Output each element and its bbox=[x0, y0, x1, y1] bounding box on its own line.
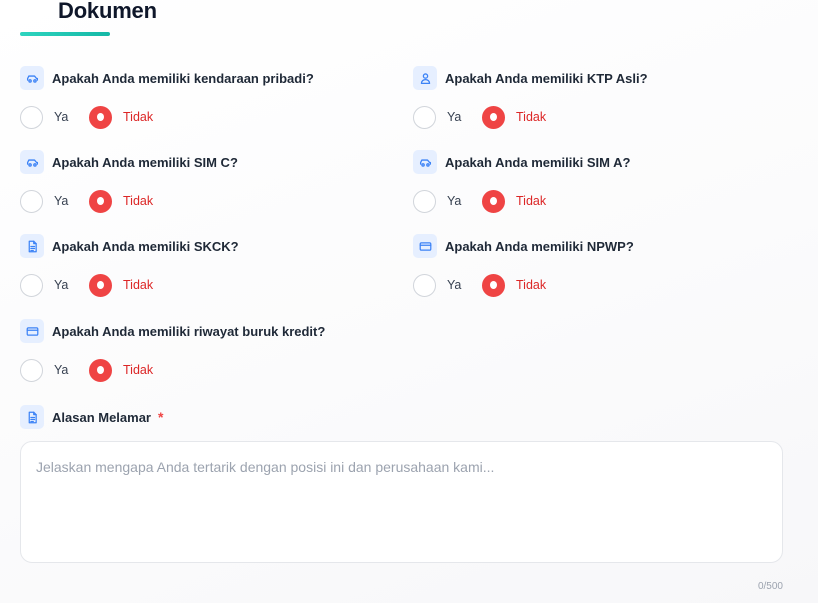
reason-label: Alasan Melamar bbox=[52, 409, 151, 425]
option-tidak-label: Tidak bbox=[123, 278, 154, 292]
option-tidak-label: Tidak bbox=[516, 278, 547, 292]
radio-ya[interactable] bbox=[20, 273, 43, 297]
radio-tidak[interactable] bbox=[89, 358, 112, 382]
character-counter: 0/500 bbox=[757, 581, 783, 592]
option-ya-label: Ya bbox=[447, 110, 462, 124]
question-npwp: Apakah Anda memiliki NPWP? Ya Tidak bbox=[413, 234, 793, 297]
option-tidak[interactable]: Tidak bbox=[482, 189, 547, 213]
option-tidak-label: Tidak bbox=[123, 110, 154, 124]
radio-tidak[interactable] bbox=[482, 273, 505, 297]
document-icon bbox=[20, 405, 44, 429]
question-label: Apakah Anda memiliki NPWP? bbox=[445, 238, 634, 254]
radio-ya[interactable] bbox=[20, 189, 43, 213]
option-ya-label: Ya bbox=[447, 194, 462, 208]
option-ya[interactable]: Ya bbox=[20, 273, 89, 297]
question-ktp: Apakah Anda memiliki KTP Asli? Ya Tidak bbox=[413, 66, 793, 129]
option-ya[interactable]: Ya bbox=[413, 273, 482, 297]
option-ya[interactable]: Ya bbox=[20, 358, 89, 382]
reason-header: Alasan Melamar * bbox=[20, 405, 163, 429]
option-tidak-label: Tidak bbox=[516, 110, 547, 124]
document-icon bbox=[20, 234, 44, 258]
question-sim-c: Apakah Anda memiliki SIM C? Ya Tidak bbox=[20, 150, 400, 213]
option-ya[interactable]: Ya bbox=[20, 105, 89, 129]
section-title-underline bbox=[20, 32, 110, 36]
option-ya-label: Ya bbox=[447, 278, 462, 292]
question-label: Apakah Anda memiliki SKCK? bbox=[52, 238, 239, 254]
question-riwayat-kredit: Apakah Anda memiliki riwayat buruk kredi… bbox=[20, 319, 400, 382]
option-ya-label: Ya bbox=[54, 278, 69, 292]
car-icon bbox=[20, 66, 44, 90]
radio-tidak[interactable] bbox=[89, 189, 112, 213]
section-title: Dokumen bbox=[58, 0, 157, 23]
card-icon bbox=[413, 234, 437, 258]
radio-ya[interactable] bbox=[20, 358, 43, 382]
option-ya[interactable]: Ya bbox=[20, 189, 89, 213]
question-label: Apakah Anda memiliki kendaraan pribadi? bbox=[52, 70, 314, 86]
reason-textarea[interactable] bbox=[20, 441, 783, 563]
required-mark: * bbox=[158, 409, 164, 425]
option-tidak-label: Tidak bbox=[123, 363, 154, 377]
radio-tidak[interactable] bbox=[89, 105, 112, 129]
radio-ya[interactable] bbox=[20, 105, 43, 129]
question-label: Apakah Anda memiliki riwayat buruk kredi… bbox=[52, 323, 326, 339]
question-kendaraan: Apakah Anda memiliki kendaraan pribadi? … bbox=[20, 66, 400, 129]
option-ya-label: Ya bbox=[54, 363, 69, 377]
option-ya[interactable]: Ya bbox=[413, 189, 482, 213]
radio-ya[interactable] bbox=[413, 189, 436, 213]
option-tidak[interactable]: Tidak bbox=[89, 273, 154, 297]
option-tidak[interactable]: Tidak bbox=[482, 273, 547, 297]
radio-tidak[interactable] bbox=[482, 189, 505, 213]
user-icon bbox=[413, 66, 437, 90]
option-ya[interactable]: Ya bbox=[413, 105, 482, 129]
option-ya-label: Ya bbox=[54, 110, 69, 124]
radio-ya[interactable] bbox=[413, 273, 436, 297]
radio-tidak[interactable] bbox=[482, 105, 505, 129]
option-tidak[interactable]: Tidak bbox=[482, 105, 547, 129]
radio-ya[interactable] bbox=[413, 105, 436, 129]
option-tidak[interactable]: Tidak bbox=[89, 358, 154, 382]
question-label: Apakah Anda memiliki SIM A? bbox=[445, 154, 631, 170]
question-sim-a: Apakah Anda memiliki SIM A? Ya Tidak bbox=[413, 150, 793, 213]
car-icon bbox=[20, 150, 44, 174]
radio-tidak[interactable] bbox=[89, 273, 112, 297]
card-icon bbox=[20, 319, 44, 343]
option-tidak-label: Tidak bbox=[123, 194, 154, 208]
car-icon bbox=[413, 150, 437, 174]
option-tidak-label: Tidak bbox=[516, 194, 547, 208]
option-tidak[interactable]: Tidak bbox=[89, 189, 154, 213]
question-skck: Apakah Anda memiliki SKCK? Ya Tidak bbox=[20, 234, 400, 297]
question-label: Apakah Anda memiliki SIM C? bbox=[52, 154, 238, 170]
question-label: Apakah Anda memiliki KTP Asli? bbox=[445, 70, 648, 86]
option-tidak[interactable]: Tidak bbox=[89, 105, 154, 129]
option-ya-label: Ya bbox=[54, 194, 69, 208]
